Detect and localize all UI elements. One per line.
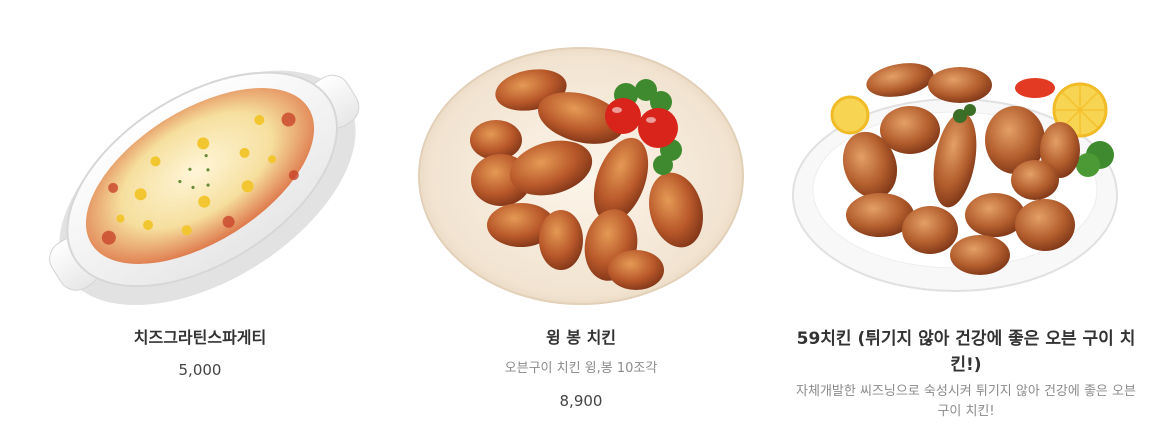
menu-item-card-wing-bong[interactable]: 윙 봉 치킨 오븐구이 치킨 윙,봉 10조각 8,900 bbox=[401, 0, 761, 424]
menu-item-card-gratin[interactable]: 치즈그라틴스파게티 5,000 bbox=[20, 0, 380, 424]
menu-item-description: 자체개발한 씨즈닝으로 숙성시켜 튀기지 않아 건강에 좋은 오븐 구이 치킨! bbox=[796, 384, 1136, 419]
menu-item-title[interactable]: 치즈그라틴스파게티 bbox=[20, 326, 380, 350]
wing-bong-chicken-photo[interactable] bbox=[401, 40, 761, 312]
menu-item-title[interactable]: 윙 봉 치킨 bbox=[401, 326, 761, 350]
oven-roasted-chicken-photo[interactable] bbox=[790, 40, 1150, 312]
menu-item-price: 8,900 bbox=[559, 392, 603, 410]
menu-item-title[interactable]: 59치킨 (튀기지 않아 건강에 좋은 오븐 구이 치킨!) bbox=[790, 326, 1142, 378]
menu-item-card-59-chicken[interactable]: 59치킨 (튀기지 않아 건강에 좋은 오븐 구이 치킨!) 자체개발한 씨즈닝… bbox=[790, 0, 1150, 424]
menu-grid: 치즈그라틴스파게티 5,000 윙 봉 치킨 오븐구이 치킨 윙,봉 10조각 … bbox=[0, 0, 1163, 424]
menu-item-price: 5,000 bbox=[178, 361, 222, 379]
menu-item-description: 오븐구이 치킨 윙,봉 10조각 bbox=[504, 361, 658, 376]
gratin-spaghetti-photo[interactable] bbox=[20, 40, 380, 312]
